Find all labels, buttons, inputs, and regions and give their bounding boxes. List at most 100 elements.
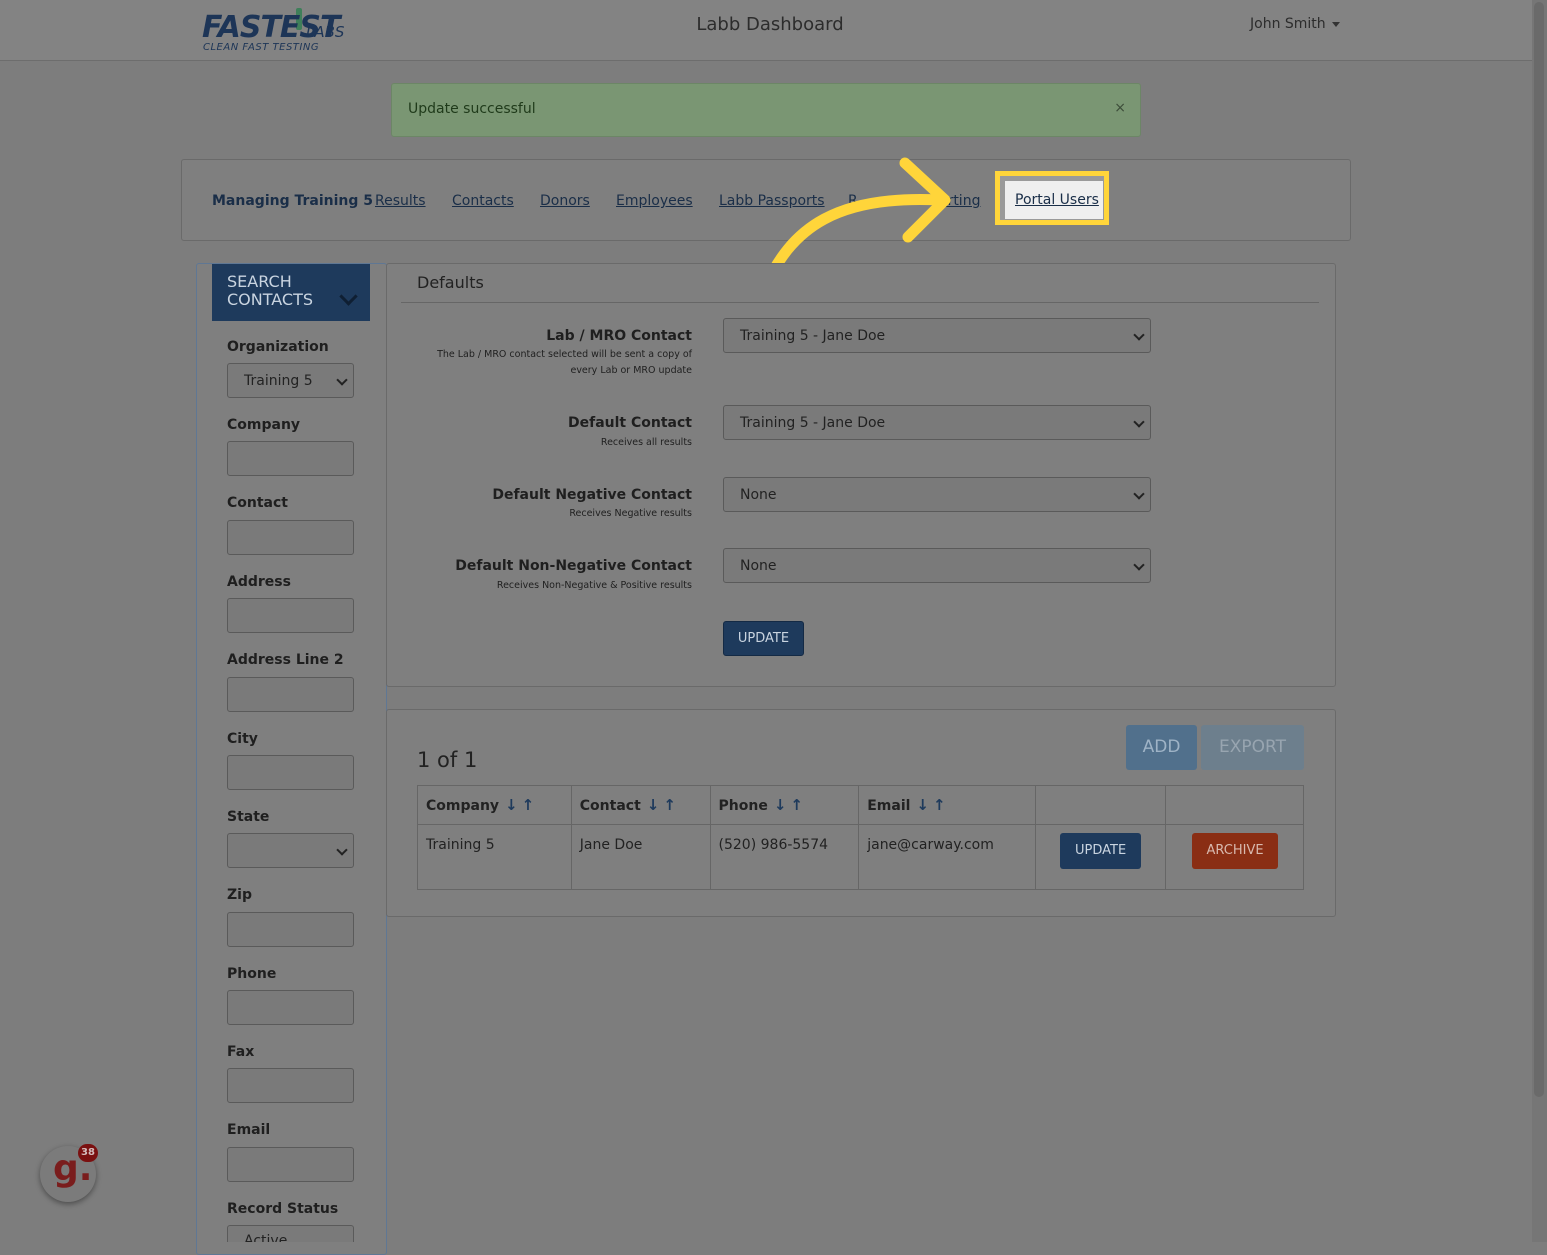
scrollbar-thumb[interactable] [1534, 2, 1544, 1097]
sort-arrows-icon[interactable]: ↓↑ [916, 796, 949, 814]
defaults-divider [401, 302, 1319, 303]
notification-badge: 38 [78, 1144, 98, 1162]
export-button[interactable]: EXPORT [1201, 725, 1304, 770]
defaults-update-button[interactable]: UPDATE [723, 621, 804, 656]
address2-label: Address Line 2 [227, 652, 344, 668]
nav-item-results[interactable]: Results [375, 193, 426, 209]
fax-input[interactable] [227, 1068, 354, 1103]
column-header-company[interactable]: Company ↓↑ [417, 785, 572, 825]
table-row: Training 5 Jane Doe (520) 986-5574 jane@… [417, 824, 1304, 890]
logo-tagline: CLEAN FAST TESTING [203, 42, 320, 53]
user-menu[interactable]: John Smith [1250, 16, 1340, 32]
default-contact-select[interactable]: Training 5 - Jane Doe [723, 405, 1151, 440]
city-label: City [227, 731, 258, 747]
select-caret-icon [1133, 559, 1145, 571]
lab-mro-contact-value: Training 5 - Jane Doe [740, 328, 886, 344]
alert-message: Update successful [408, 101, 536, 117]
record-count: 1 of 1 [417, 748, 478, 772]
default-negative-contact-label: Default Negative Contact [492, 487, 692, 503]
chevron-down-icon [339, 287, 358, 306]
contact-label: Contact [227, 495, 288, 511]
default-non-negative-contact-select[interactable]: None [723, 548, 1151, 583]
select-caret-icon [336, 374, 348, 386]
select-caret-icon [1133, 488, 1145, 500]
column-label: Contact [579, 798, 641, 814]
address-input[interactable] [227, 598, 354, 633]
sidebar-title-line2: CONTACTS [227, 290, 314, 309]
column-label: Phone [718, 798, 768, 814]
select-caret-icon [1133, 329, 1145, 341]
cell-update: UPDATE [1035, 824, 1167, 890]
default-negative-contact-help: Receives Negative results [569, 508, 692, 519]
record-status-select[interactable]: Active [227, 1225, 354, 1242]
select-caret-icon [336, 844, 348, 856]
cell-email: jane@carway.com [858, 824, 1037, 890]
user-name: John Smith [1250, 16, 1326, 32]
caret-down-icon [1331, 21, 1340, 27]
column-header-phone[interactable]: Phone ↓↑ [709, 785, 860, 825]
state-select[interactable] [227, 833, 354, 868]
cell-contact: Jane Doe [570, 824, 711, 890]
default-contact-value: Training 5 - Jane Doe [740, 415, 886, 431]
cell-phone: (520) 986-5574 [709, 824, 860, 890]
cell-company: Training 5 [417, 824, 572, 890]
column-header-contact[interactable]: Contact ↓↑ [570, 785, 711, 825]
organization-label: Organization [227, 339, 329, 355]
guide-widget-button[interactable]: g. 38 [40, 1144, 98, 1202]
company-input[interactable] [227, 441, 354, 476]
nav-item-donors[interactable]: Donors [540, 193, 590, 209]
default-non-negative-contact-label: Default Non-Negative Contact [455, 558, 692, 574]
success-alert: Update successful × [391, 83, 1141, 137]
state-label: State [227, 809, 270, 825]
default-contact-label: Default Contact [568, 415, 692, 431]
top-navbar: FASTEST LABS CLEAN FAST TESTING Labb Das… [0, 0, 1532, 61]
nav-item-contacts[interactable]: Contacts [452, 193, 514, 209]
record-status-value: Active [244, 1233, 288, 1242]
alert-close-icon[interactable]: × [1114, 100, 1126, 116]
organization-select[interactable]: Training 5 [227, 363, 354, 398]
column-header-update-action [1035, 785, 1167, 825]
contacts-table: Company ↓↑ Contact ↓↑ Phone ↓↑ Email ↓↑ Trai… [417, 785, 1304, 890]
page-scrollbar[interactable] [1532, 0, 1547, 1242]
nav-item-employees[interactable]: Employees [616, 193, 693, 209]
search-contacts-toggle[interactable]: SEARCH CONTACTS [212, 264, 370, 321]
row-update-button[interactable]: UPDATE [1060, 833, 1142, 869]
default-non-negative-contact-value: None [740, 558, 777, 574]
phone-input[interactable] [227, 990, 354, 1025]
sort-arrows-icon[interactable]: ↓↑ [774, 796, 807, 814]
organization-select-value: Training 5 [244, 373, 313, 389]
lab-mro-help-line2: every Lab or MRO update [570, 365, 692, 376]
fax-label: Fax [227, 1044, 255, 1060]
nav-brand: Managing Training 5 [212, 193, 374, 209]
default-negative-contact-value: None [740, 487, 777, 503]
lab-mro-contact-select[interactable]: Training 5 - Jane Doe [723, 318, 1151, 353]
sort-arrows-icon[interactable]: ↓↑ [647, 796, 680, 814]
address-label: Address [227, 574, 291, 590]
default-negative-contact-select[interactable]: None [723, 477, 1151, 512]
email-input[interactable] [227, 1147, 354, 1182]
lab-mro-contact-label: Lab / MRO Contact [546, 328, 692, 344]
city-input[interactable] [227, 755, 354, 790]
lab-mro-help-line1: The Lab / MRO contact selected will be s… [437, 349, 692, 360]
sort-arrows-icon[interactable]: ↓↑ [505, 796, 538, 814]
default-contact-help: Receives all results [600, 437, 692, 448]
add-contact-button[interactable]: ADD [1126, 725, 1197, 770]
cell-archive: ARCHIVE [1165, 824, 1304, 890]
row-archive-button[interactable]: ARCHIVE [1192, 833, 1279, 869]
column-header-archive-action [1165, 785, 1304, 825]
table-header-row: Company ↓↑ Contact ↓↑ Phone ↓↑ Email ↓↑ [417, 785, 1304, 825]
address2-input[interactable] [227, 677, 354, 712]
default-non-negative-contact-help: Receives Non-Negative & Positive results [496, 580, 692, 591]
zip-label: Zip [227, 887, 252, 903]
select-caret-icon [1133, 416, 1145, 428]
nav-item-portal-users[interactable]: Portal Users [1015, 192, 1099, 208]
record-status-label: Record Status [227, 1201, 339, 1217]
company-label: Company [227, 417, 301, 433]
email-label: Email [227, 1122, 271, 1138]
column-header-email[interactable]: Email ↓↑ [858, 785, 1037, 825]
phone-label: Phone [227, 966, 277, 982]
zip-input[interactable] [227, 912, 354, 947]
contact-input[interactable] [227, 520, 354, 555]
column-label: Company [426, 798, 500, 814]
column-label: Email [867, 798, 911, 814]
